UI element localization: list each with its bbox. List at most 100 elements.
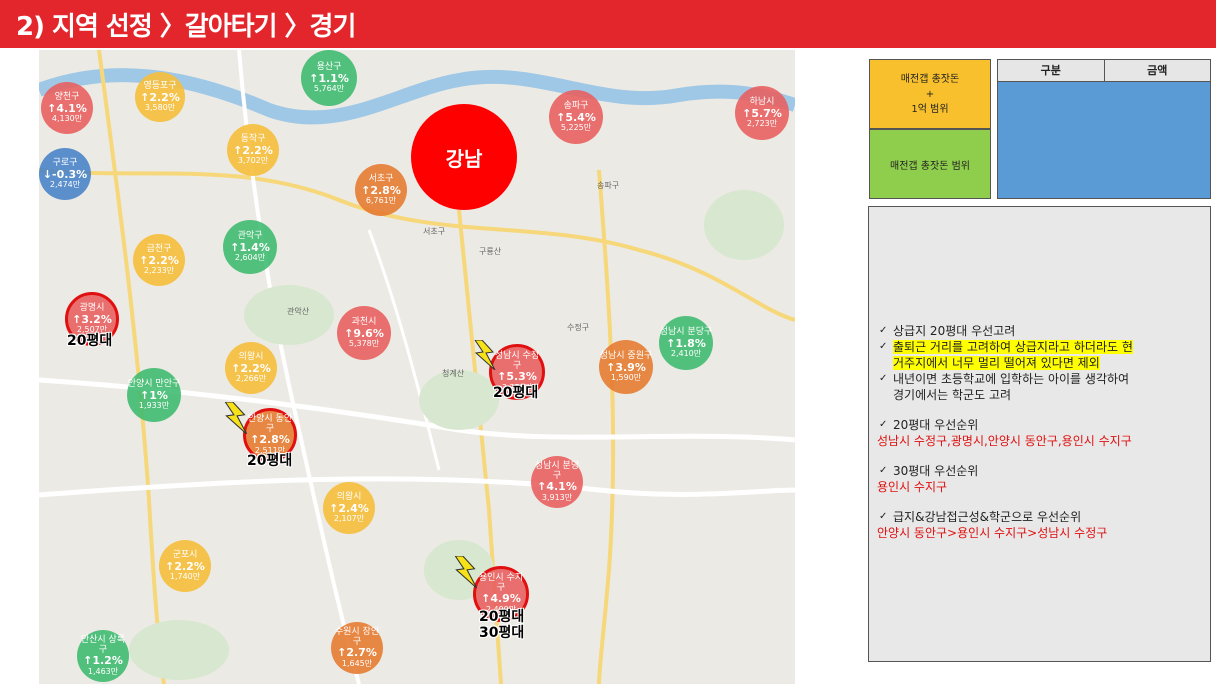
- note-item: 내년이면 초등학교에 입학하는 아이를 생각하여 경기에서는 학군도 고려: [877, 371, 1200, 403]
- district-change: ↑2.8%: [361, 183, 401, 197]
- district-amount: 2,233만: [143, 265, 175, 275]
- district-change: ↑2.8%: [250, 433, 290, 447]
- district-amount: 5,764만: [313, 83, 345, 93]
- district-change: ↑2.2%: [233, 143, 273, 157]
- district-amount: 1,740만: [169, 571, 201, 581]
- district-change: ↑1.1%: [309, 71, 349, 85]
- district-bubble-gwacheon: 과천시 ↑9.6% 5,378만: [337, 306, 391, 360]
- district-bubble-dongjak: 동작구 ↑2.2% 3,702만: [227, 124, 279, 176]
- district-bubble-geumcheon: 금천구 ↑2.2% 2,233만: [133, 234, 185, 286]
- district-amount: 1,645만: [341, 658, 373, 668]
- district-amount: 1,463만: [87, 666, 119, 676]
- district-change: ↑1.8%: [666, 336, 706, 350]
- district-name: 성남시 수정구: [494, 350, 540, 371]
- district-bubble-manan: 안양시 만안구 ↑1% 1,933만: [127, 368, 181, 422]
- legend-gap-plus-one: 매전갭 총잣돈 + 1억 범위: [869, 59, 991, 129]
- district-bubble-jungwon: 성남시 중원구 ↑3.9% 1,590만: [599, 340, 653, 394]
- note-item: 20평대 우선순위: [877, 417, 1200, 433]
- map-label-sujeong: 수정구: [567, 323, 590, 332]
- note-item: 급지&강남접근성&학군으로 우선순위: [877, 509, 1200, 525]
- district-amount: 2,107만: [333, 513, 365, 523]
- map-label-songpa: 송파구: [597, 181, 620, 190]
- district-bubble-seocho: 서초구 ↑2.8% 6,761만: [355, 164, 407, 216]
- note-priority-20: 성남시 수정구,광명시,안양시 동안구,용인시 수지구: [877, 434, 1132, 448]
- district-amount: 6,761만: [365, 195, 397, 205]
- district-change: ↑4.1%: [537, 480, 577, 494]
- district-bubble-bundang-north: 성남시 분당구 ↑1.8% 2,410만: [659, 316, 713, 370]
- district-change: ↑1.4%: [230, 240, 270, 254]
- note-priority-overall: 안양시 동안구>용인시 수지구>성남시 수정구: [877, 526, 1108, 540]
- district-amount: 2,266만: [235, 373, 267, 383]
- district-change: ↓-0.3%: [42, 167, 88, 181]
- lightning-icon: [224, 402, 248, 434]
- district-amount: 3,580만: [144, 102, 176, 112]
- district-change: ↑1.2%: [83, 654, 123, 668]
- district-bubble-yeongdeungpo: 영등포구 ↑2.2% 3,580만: [135, 72, 185, 122]
- district-change: ↑5.4%: [556, 110, 596, 124]
- map-label-seocho: 서초구: [423, 227, 446, 236]
- district-change: ↑2.2%: [140, 90, 180, 104]
- district-change: ↑4.1%: [47, 101, 87, 115]
- legend-yellow-line3: 1억 범위: [911, 103, 949, 115]
- table-col-category: 구분: [998, 60, 1105, 82]
- district-amount: 1,933만: [138, 400, 170, 410]
- district-change: ↑4.9%: [481, 592, 521, 606]
- district-bubble-uiwang: 의왕시 ↑2.2% 2,266만: [225, 342, 277, 394]
- district-bubble-uiwang-south: 의왕시 ↑2.4% 2,107만: [323, 482, 375, 534]
- district-amount: 5,225만: [560, 122, 592, 132]
- district-change: ↑1%: [140, 388, 168, 402]
- district-bubble-gunpo: 군포시 ↑2.2% 1,740만: [159, 540, 211, 592]
- district-name: 안산시 상록구: [80, 634, 126, 655]
- table-header: 구분 금액: [998, 60, 1210, 82]
- page-title: 2) 지역 선정 〉갈아타기 〉경기: [16, 12, 356, 42]
- size-label-suji-30: 30평대: [479, 625, 525, 641]
- price-table: 구분 금액: [997, 59, 1211, 199]
- map-label-guryong: 구룡산: [479, 247, 502, 256]
- map-label-gwanaksan: 관악산: [287, 307, 310, 316]
- district-bubble-gwanak: 관악구 ↑1.4% 2,604만: [223, 220, 277, 274]
- district-amount: 3,913만: [541, 492, 573, 502]
- size-label-dongan: 20평대: [247, 453, 293, 469]
- note-item: 30평대 우선순위: [877, 463, 1200, 479]
- district-amount: 2,474만: [49, 179, 81, 189]
- size-label-suji-20: 20평대: [479, 609, 525, 625]
- district-change: ↑3.2%: [72, 312, 112, 326]
- district-change: ↑2.2%: [139, 253, 179, 267]
- gangnam-hub-label: 강남: [445, 146, 483, 171]
- note-text: 상급지 20평대 우선고려: [893, 324, 1016, 338]
- district-name: 안양시 동안구: [247, 413, 293, 434]
- table-col-amount: 금액: [1104, 60, 1210, 82]
- legend-yellow-line2: +: [925, 88, 935, 100]
- district-name: 용인시 수지구: [478, 572, 524, 593]
- title-bar: 2) 지역 선정 〉갈아타기 〉경기: [0, 0, 1216, 48]
- note-text: 30평대 우선순위: [893, 464, 979, 478]
- map-label-cheonggyesan: 청계산: [442, 369, 465, 378]
- size-label-sujeong: 20평대: [493, 385, 539, 401]
- district-change: ↑3.9%: [606, 360, 646, 374]
- legend-green-label: 매전갭 총잣돈 범위: [890, 160, 970, 172]
- table-body: [998, 82, 1210, 198]
- district-amount: 3,702만: [237, 155, 269, 165]
- note-text: 경기에서는 학군도 고려: [893, 388, 1012, 402]
- map-panel: 서초구 수정구 관악산 청계산 송파구 구룡산 강남 양천구 ↑4.1% 4,1…: [39, 50, 795, 684]
- district-bubble-guro: 구로구 ↓-0.3% 2,474만: [39, 148, 91, 200]
- district-change: ↑2.4%: [329, 501, 369, 515]
- district-change: ↑2.7%: [337, 646, 377, 660]
- district-change: ↑9.6%: [344, 326, 384, 340]
- district-change: ↑5.7%: [742, 106, 782, 120]
- district-amount: 5,378만: [348, 338, 380, 348]
- note-priority-30: 용인시 수지구: [877, 480, 948, 494]
- lightning-icon: [474, 340, 496, 370]
- note-text-highlighted: 거주지에서 너무 멀리 떨어져 있다면 제외: [893, 356, 1100, 370]
- note-item: 상급지 20평대 우선고려: [877, 323, 1200, 339]
- legend-yellow-line1: 매전갭 총잣돈: [900, 73, 960, 85]
- district-bubble-sangnok: 안산시 상록구 ↑1.2% 1,463만: [77, 630, 129, 682]
- district-amount: 1,590만: [610, 372, 642, 382]
- lightning-icon: [454, 556, 478, 588]
- district-amount: 4,130만: [51, 113, 83, 123]
- district-bubble-jangan: 수원시 장안구 ↑2.7% 1,645만: [331, 622, 383, 674]
- district-change: ↑2.2%: [165, 559, 205, 573]
- note-text: 내년이면 초등학교에 입학하는 아이를 생각하여: [893, 372, 1130, 386]
- district-amount: 2,723만: [746, 118, 778, 128]
- district-amount: 2,604만: [234, 252, 266, 262]
